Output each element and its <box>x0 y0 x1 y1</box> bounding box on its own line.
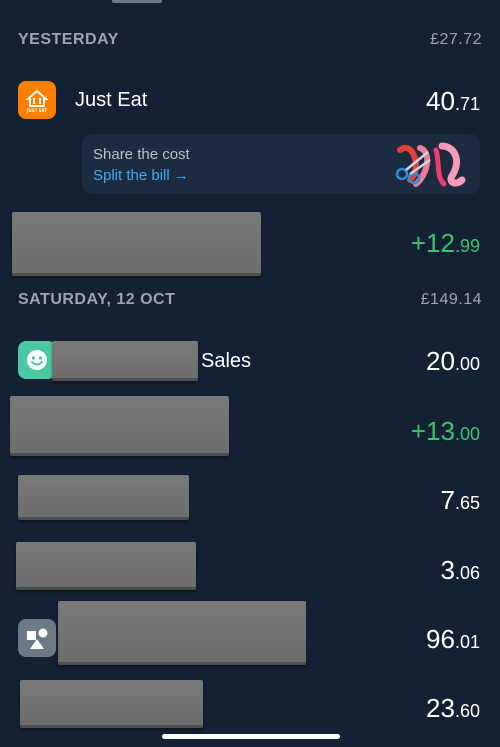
transaction-row[interactable]: 23.60 <box>0 678 500 738</box>
section-title: SATURDAY, 12 OCT <box>18 291 176 308</box>
transaction-row-refund[interactable]: +12.99 <box>0 210 500 276</box>
merchant-name: Sales <box>201 350 252 372</box>
redacted-merchant <box>10 396 229 456</box>
transaction-amount: 20.00 <box>426 346 480 377</box>
transaction-row-just-eat[interactable]: JUST EAT Just Eat 40.71 <box>0 70 500 130</box>
amount-pence: .06 <box>454 563 480 583</box>
amount-pounds: +13 <box>410 416 455 446</box>
promo-title: Share the cost <box>93 146 190 163</box>
amount-pence: .00 <box>454 354 480 374</box>
redacted-merchant <box>20 680 203 728</box>
transaction-amount: 40.71 <box>426 86 480 117</box>
transaction-amount: 96.01 <box>426 624 480 655</box>
scroll-edge-indicator <box>112 0 162 3</box>
shapes-icon <box>18 619 56 657</box>
amount-pounds: 7 <box>440 485 455 515</box>
transaction-amount: +12.99 <box>411 228 480 259</box>
redacted-merchant <box>58 601 306 665</box>
transaction-amount: +13.00 <box>411 416 480 447</box>
transaction-row[interactable]: 3.06 <box>0 540 500 600</box>
split-bill-card[interactable]: Share the cost Split the bill → <box>82 134 480 194</box>
section-header-saturday: SATURDAY, 12 OCT £149.14 <box>18 289 482 311</box>
amount-pounds: 3 <box>440 555 455 585</box>
section-title: YESTERDAY <box>18 31 119 48</box>
transaction-amount: 3.06 <box>441 555 481 586</box>
amount-pounds: 40 <box>426 86 455 116</box>
amount-pounds: 96 <box>426 624 455 654</box>
section-total: £149.14 <box>420 291 482 308</box>
transaction-row[interactable]: 7.65 <box>0 470 500 530</box>
amount-pounds: 23 <box>426 693 455 723</box>
just-eat-icon: JUST EAT <box>18 81 56 119</box>
amount-pence: .71 <box>454 94 480 114</box>
section-header-yesterday: YESTERDAY £27.72 <box>18 29 482 51</box>
redacted-merchant <box>52 341 198 381</box>
scissors-ribbon-icon <box>395 142 466 187</box>
redacted-merchant <box>12 212 261 276</box>
amount-pence: .65 <box>454 493 480 513</box>
transaction-row[interactable]: 96.01 <box>0 600 500 665</box>
split-bill-link[interactable]: Split the bill → <box>93 167 189 184</box>
amount-pence: .99 <box>454 236 480 256</box>
smiley-icon <box>18 341 56 379</box>
transaction-amount: 23.60 <box>426 693 480 724</box>
redacted-merchant <box>18 475 189 520</box>
amount-pounds: 20 <box>426 346 455 376</box>
section-total: £27.72 <box>430 31 482 48</box>
amount-pounds: +12 <box>410 228 455 258</box>
transaction-amount: 7.65 <box>441 485 481 516</box>
amount-pence: .00 <box>454 424 480 444</box>
svg-text:JUST EAT: JUST EAT <box>26 108 47 113</box>
transaction-row-sales[interactable]: Sales 20.00 <box>0 330 500 390</box>
merchant-name: Just Eat <box>75 89 148 111</box>
redacted-merchant <box>16 542 196 590</box>
amount-pence: .01 <box>454 632 480 652</box>
amount-pence: .60 <box>454 701 480 721</box>
home-indicator[interactable] <box>162 734 340 739</box>
transaction-row-refund[interactable]: +13.00 <box>0 396 500 456</box>
